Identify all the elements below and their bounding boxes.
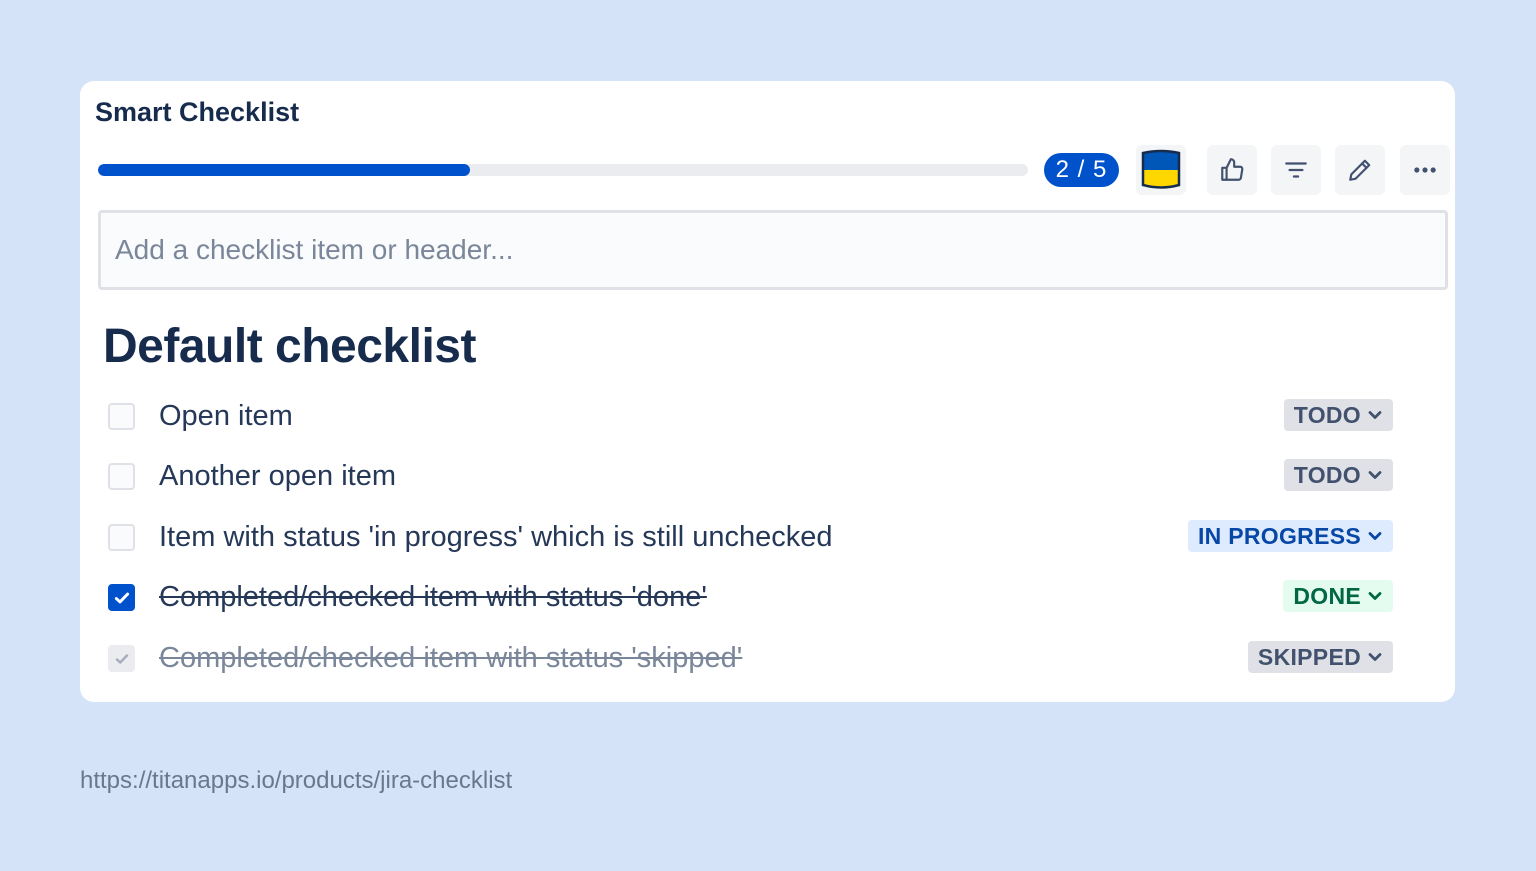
like-button[interactable] <box>1207 145 1257 195</box>
status-label: TODO <box>1293 461 1361 488</box>
smart-checklist-panel: Smart Checklist 2 / 5 Add a checklist it… <box>80 81 1455 702</box>
item-checkbox-skipped[interactable] <box>108 645 135 672</box>
add-checklist-item-input[interactable] <box>98 210 1448 290</box>
status-label: SKIPPED <box>1257 643 1361 670</box>
source-url: https://titanapps.io/products/jira-check… <box>80 767 513 794</box>
filter-icon <box>1285 162 1307 178</box>
item-text[interactable]: Another open item <box>159 460 396 493</box>
item-text[interactable]: Completed/checked item with status 'skip… <box>159 642 742 675</box>
status-dropdown-todo[interactable]: TODO <box>1283 399 1393 431</box>
more-icon <box>1414 167 1436 173</box>
chevron-down-icon <box>1368 471 1382 479</box>
checklist-section-header: Default checklist <box>103 320 476 373</box>
more-options-button[interactable] <box>1400 145 1450 195</box>
panel-title: Smart Checklist <box>95 97 300 127</box>
progress-bar <box>98 164 1028 176</box>
item-checkbox-checked[interactable] <box>108 584 135 611</box>
status-dropdown-todo[interactable]: TODO <box>1283 459 1393 491</box>
chevron-down-icon <box>1368 411 1382 419</box>
status-dropdown-in-progress[interactable]: IN PROGRESS <box>1187 520 1393 552</box>
flag-button[interactable] <box>1136 145 1186 195</box>
item-checkbox[interactable] <box>108 463 135 490</box>
status-label: DONE <box>1293 582 1361 609</box>
checklist-item: Completed/checked item with status 'done… <box>108 580 1393 620</box>
pencil-icon <box>1349 159 1371 181</box>
status-dropdown-done[interactable]: DONE <box>1283 580 1393 612</box>
progress-bar-fill <box>98 164 470 176</box>
thumbs-up-icon <box>1221 158 1244 181</box>
ukraine-flag-icon <box>1141 149 1181 189</box>
chevron-down-icon <box>1368 592 1382 600</box>
chevron-down-icon <box>1368 532 1382 540</box>
item-checkbox[interactable] <box>108 524 135 551</box>
status-label: TODO <box>1293 401 1361 428</box>
chevron-down-icon <box>1368 653 1382 661</box>
checkmark-icon <box>115 653 128 664</box>
edit-button[interactable] <box>1335 145 1385 195</box>
checklist-item: Open item TODO <box>108 399 1393 439</box>
item-text[interactable]: Completed/checked item with status 'done… <box>159 581 707 614</box>
filter-button[interactable] <box>1271 145 1321 195</box>
checklist-item: Item with status 'in progress' which is … <box>108 520 1393 560</box>
item-text[interactable]: Open item <box>159 400 293 433</box>
checkmark-icon <box>114 592 129 603</box>
progress-counter-badge: 2 / 5 <box>1044 153 1119 187</box>
checklist-item: Completed/checked item with status 'skip… <box>108 641 1393 681</box>
item-text[interactable]: Item with status 'in progress' which is … <box>159 521 833 554</box>
status-label: IN PROGRESS <box>1197 522 1361 549</box>
checklist-item: Another open item TODO <box>108 459 1393 499</box>
status-dropdown-skipped[interactable]: SKIPPED <box>1247 641 1393 673</box>
item-checkbox[interactable] <box>108 403 135 430</box>
